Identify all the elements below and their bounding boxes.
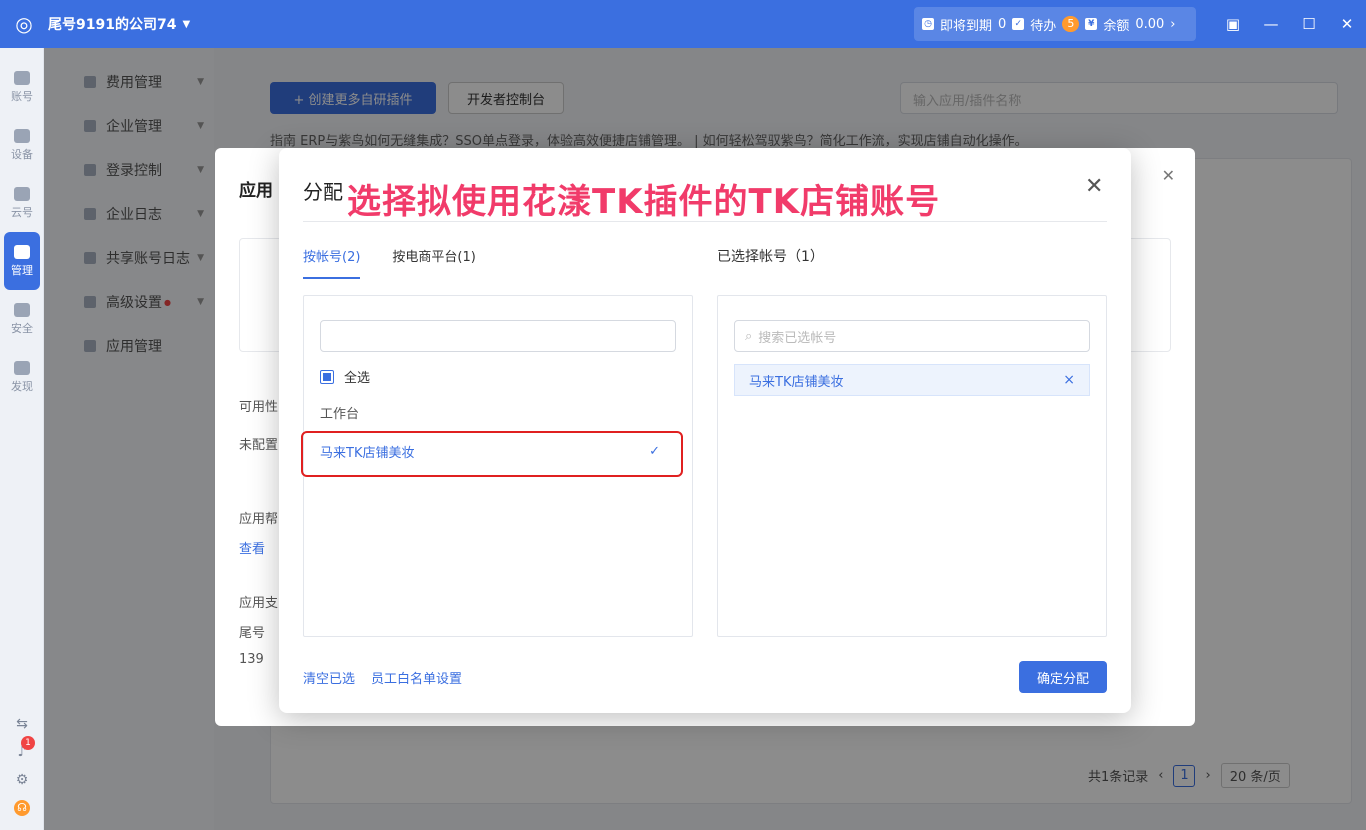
tab-by-account[interactable]: 按帐号(2) [303,246,361,279]
remove-icon[interactable]: × [1063,372,1075,388]
rail-label: 安全 [11,321,33,335]
rail-label: 管理 [11,263,33,277]
account-search-input[interactable] [320,320,676,352]
shield-icon [14,302,30,317]
whitelist-settings-link[interactable]: 员工白名单设置 [371,668,462,687]
rail-label: 设备 [11,147,33,161]
clock-icon: ◷ [922,18,934,30]
select-all-checkbox[interactable]: 全选 [320,367,370,386]
compass-icon [14,360,30,375]
assign-modal: 分配 选择拟使用花漾TK插件的TK店铺账号 ✕ 按帐号(2) 按电商平台(1) … [279,148,1131,713]
rail-item-manage[interactable]: 管理 [4,232,40,290]
signpost-icon[interactable]: ⇆ [14,716,30,732]
under-modal-line: 应用支 [239,596,279,611]
title-bar: ◎ 尾号9191的公司74 ▼ ◷ 即将到期 0 ✓ 待办 5 ¥ 余额 0.0… [0,0,1366,48]
under-modal-line: 可用性 [239,400,279,415]
rail-item-security[interactable]: 安全 [0,290,44,348]
selected-accounts-title: 已选择帐号（1） [717,249,824,265]
group-label: 工作台 [320,407,360,422]
headset-icon[interactable]: ☊ [14,800,30,816]
under-modal-line[interactable]: 查看 [239,538,265,557]
app-logo-icon: ◎ [15,12,33,36]
bell-icon[interactable]: ♪ 1 [14,736,35,760]
status-box: ◷ 即将到期 0 ✓ 待办 5 ¥ 余额 0.00 › [914,7,1196,41]
assign-tabs: 按帐号(2) 按电商平台(1) [303,246,476,279]
gear-icon[interactable]: ⚙ [14,772,30,788]
rail-item-account[interactable]: 账号 [0,58,44,116]
modal-divider [303,221,1107,222]
company-selector[interactable]: 尾号9191的公司74 ▼ [48,14,190,34]
yen-icon: ¥ [1085,18,1098,30]
maximize-icon[interactable]: ☐ [1290,15,1328,33]
close-icon[interactable]: ✕ [1162,166,1175,185]
selected-account-name: 马来TK店铺美妆 [749,374,844,390]
checkbox-indeterminate-icon [320,369,334,384]
expiring-label[interactable]: 即将到期 [940,15,992,34]
todo-icon: ✓ [1012,18,1025,30]
store-icon [14,70,30,85]
under-modal-title: 应用 [239,181,273,201]
under-modal-line: 尾号 [239,626,266,641]
rail-label: 账号 [11,89,33,103]
minimize-icon[interactable]: — [1252,15,1290,33]
manage-icon [14,244,30,259]
chevron-right-icon[interactable]: › [1170,17,1175,32]
annotation-caption: 选择拟使用花漾TK插件的TK店铺账号 [347,182,941,222]
rail-item-discover[interactable]: 发现 [0,348,44,406]
under-modal-line: 未配置 [239,438,279,453]
select-all-label: 全选 [344,371,371,386]
cloud-icon [14,186,30,201]
expiring-count: 0 [998,16,1007,32]
device-icon [14,128,30,143]
rail-item-cloud[interactable]: 云号 [0,174,44,232]
rail-item-device[interactable]: 设备 [0,116,44,174]
todo-count-badge: 5 [1062,16,1080,32]
balance-value: 0.00 [1135,16,1165,32]
company-name: 尾号9191的公司74 [48,17,177,33]
confirm-assign-button[interactable]: 确定分配 [1019,661,1107,693]
close-icon[interactable]: ✕ [1085,176,1103,198]
clear-selected-link[interactable]: 清空已选 [303,668,355,687]
search-icon: ⌕ [745,328,753,344]
window-controls: ▣ — ☐ ✕ [1214,0,1366,48]
under-modal-line: 应用帮 [239,512,279,527]
chevron-down-icon: ▼ [182,18,191,30]
modal-title: 分配 [303,180,343,204]
selected-search-placeholder: 搜索已选帐号 [758,330,837,346]
todo-label[interactable]: 待办 [1030,15,1056,34]
highlight-box [301,431,683,477]
tab-by-platform[interactable]: 按电商平台(1) [392,246,475,279]
under-modal-line: 139 [239,652,264,667]
balance-label[interactable]: 余额 [1103,15,1129,34]
rail-bottom: ⇆ ♪ 1 ⚙ ☊ [0,716,44,816]
selected-item: 马来TK店铺美妆 × [734,364,1090,396]
icon-rail: 账号 设备 云号 管理 安全 发现 ⇆ ♪ 1 ⚙ ☊ [0,48,44,830]
close-window-icon[interactable]: ✕ [1328,15,1366,33]
selected-panel: ⌕ 搜索已选帐号 马来TK店铺美妆 × [717,295,1107,637]
rail-label: 云号 [11,205,33,219]
selected-search-input[interactable]: ⌕ 搜索已选帐号 [734,320,1090,352]
rail-label: 发现 [11,379,33,393]
notification-badge: 1 [21,736,35,750]
footer-links: 清空已选 员工白名单设置 [303,668,462,687]
pin-icon[interactable]: ▣ [1214,15,1252,33]
